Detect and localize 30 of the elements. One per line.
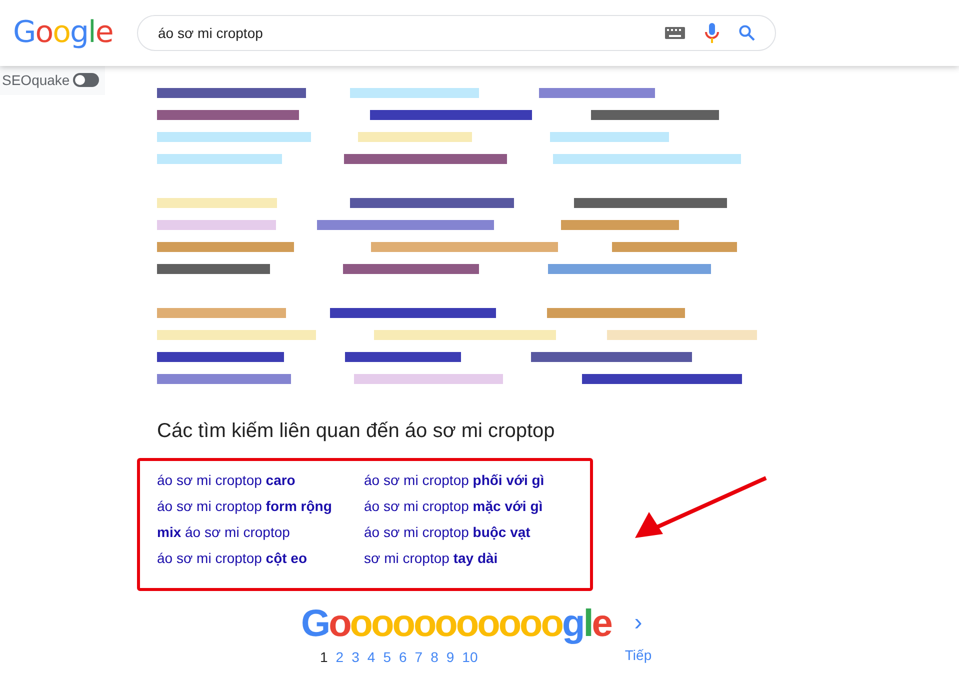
search-query: áo sơ mi croptop bbox=[158, 24, 264, 43]
page-number[interactable]: 1 bbox=[319, 649, 329, 665]
toggle-switch[interactable] bbox=[72, 73, 99, 87]
page-number[interactable]: 2 bbox=[334, 649, 345, 665]
page-number[interactable]: 8 bbox=[430, 649, 440, 665]
search-icon[interactable] bbox=[739, 25, 755, 41]
pagination-logo[interactable]: Gooooooooooogle bbox=[301, 605, 611, 643]
related-search-link[interactable]: áo sơ mi croptop caro bbox=[157, 467, 364, 493]
related-search-link[interactable]: áo sơ mi croptop phối với gì bbox=[364, 467, 571, 493]
seoquake-label: SEOquake bbox=[2, 70, 70, 90]
related-search-link[interactable]: áo sơ mi croptop form rộng bbox=[157, 493, 364, 519]
next-arrow[interactable]: › bbox=[634, 605, 642, 641]
page-number[interactable]: 9 bbox=[445, 649, 456, 665]
google-logo[interactable]: Google bbox=[13, 18, 137, 48]
related-search-link[interactable]: sơ mi croptop tay dài bbox=[364, 545, 571, 571]
page-number[interactable]: 4 bbox=[366, 649, 376, 665]
related-search-link[interactable]: áo sơ mi croptop buộc vạt bbox=[364, 519, 571, 545]
related-search-link[interactable]: mix áo sơ mi croptop bbox=[157, 519, 364, 545]
related-search-link[interactable]: áo sơ mi croptop mặc với gì bbox=[364, 493, 571, 519]
page-number[interactable]: 7 bbox=[414, 649, 424, 665]
microphone-icon[interactable] bbox=[705, 23, 719, 43]
search-field[interactable]: áo sơ mi croptop bbox=[137, 15, 776, 51]
page-number[interactable]: 3 bbox=[350, 649, 360, 665]
related-searches-heading: Các tìm kiếm liên quan đến áo sơ mi croptop bbox=[157, 419, 556, 444]
related-search-link[interactable]: áo sơ mi croptop cột eo bbox=[157, 545, 364, 571]
page-number[interactable]: 10 bbox=[461, 649, 479, 665]
keyboard-icon[interactable] bbox=[665, 27, 685, 39]
next-link[interactable]: Tiếp bbox=[624, 647, 652, 663]
page-number[interactable]: 6 bbox=[398, 649, 408, 665]
page-number[interactable]: 5 bbox=[382, 649, 392, 665]
